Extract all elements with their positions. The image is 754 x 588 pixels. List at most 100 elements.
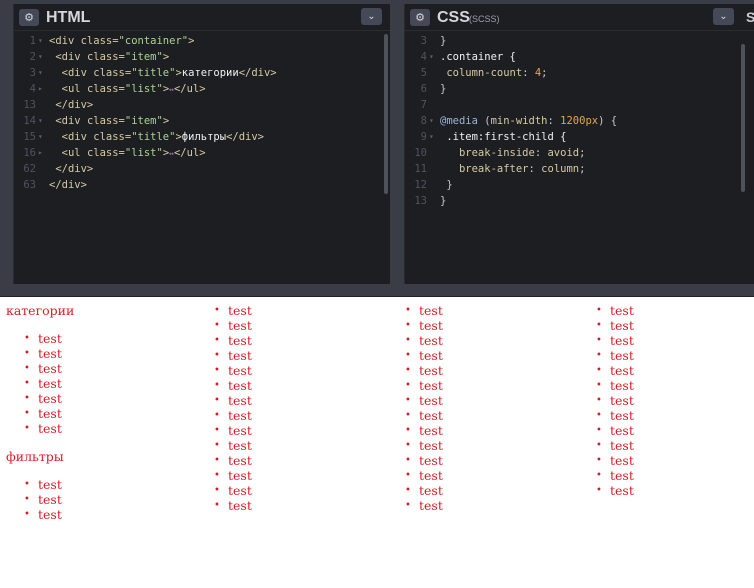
html-settings-gear-icon[interactable]: ⚙ (19, 9, 39, 26)
list-item: • test (24, 406, 62, 421)
html-editor-scrollbar[interactable] (384, 34, 388, 194)
bullet-icon: • (596, 485, 602, 496)
bullet-icon: • (596, 440, 602, 451)
css-code-editor[interactable]: 3} 4 ▾ .container {5 column-count: 4; 6} 7 8 ▾ @… (405, 33, 754, 284)
code-text: column-count: 4; (440, 67, 548, 79)
bullet-icon: • (405, 440, 411, 451)
line-number: 62 (23, 163, 36, 175)
fold-open-icon[interactable]: ▾ (38, 113, 46, 129)
bullet-icon: • (214, 365, 220, 376)
code-text: } (440, 35, 447, 47)
bullet-icon: • (214, 440, 220, 451)
bullet-icon: • (214, 350, 220, 361)
fold-open-icon[interactable]: ▾ (429, 129, 437, 145)
list-item: • test (405, 483, 443, 498)
bullet-icon: • (24, 479, 30, 490)
category-title: категории (6, 303, 75, 318)
fold-open-icon[interactable]: ▾ (38, 49, 46, 65)
list-item: • test (596, 363, 634, 378)
fold-closed-icon[interactable]: ▸ (38, 145, 46, 161)
editor-area: ⚙ HTML ⌄ 1 ▾ <div class="container"> 2 ▾ <di… (0, 0, 754, 296)
bullet-icon: • (214, 305, 220, 316)
list-item: • test (214, 363, 252, 378)
fold-open-icon[interactable]: ▾ (38, 129, 46, 145)
bullet-icon: • (596, 320, 602, 331)
list-item: • test (596, 318, 634, 333)
code-text: </div> (49, 163, 94, 175)
bullet-icon: • (596, 425, 602, 436)
html-pane-title: HTML (46, 9, 91, 26)
bullet-icon: • (405, 470, 411, 481)
list-item: • test (214, 303, 252, 318)
fold-open-icon[interactable]: ▾ (429, 49, 437, 65)
line-number: 16 (23, 147, 36, 159)
line-number: 10 (414, 147, 427, 159)
css-editor-scrollbar[interactable] (741, 44, 745, 192)
css-settings-gear-icon[interactable]: ⚙ (410, 9, 430, 26)
list-item: • test (405, 363, 443, 378)
line-number: 63 (23, 179, 36, 191)
bullet-icon: • (214, 485, 220, 496)
list-item: • test (405, 303, 443, 318)
code-text: } (440, 195, 447, 207)
line-number: 7 (420, 99, 427, 111)
list-item: • test (24, 346, 62, 361)
fold-open-icon[interactable]: ▾ (429, 113, 437, 129)
css-pane-header: ⚙ CSS (SCSS) ⌄ S (405, 4, 754, 31)
css-collapse-chevron-down-icon[interactable]: ⌄ (713, 8, 734, 25)
bullet-icon: • (214, 500, 220, 511)
list-item: • test (214, 438, 252, 453)
css-preprocessor-label: (SCSS) (469, 14, 500, 24)
bullet-icon: • (214, 380, 220, 391)
line-number: 12 (414, 179, 427, 191)
list-item: • test (24, 331, 62, 346)
bullet-icon: • (214, 320, 220, 331)
css-pane-title: CSS (437, 9, 470, 26)
bullet-icon: • (596, 350, 602, 361)
bullet-icon: • (405, 305, 411, 316)
code-text: <div class="container"> (49, 35, 195, 47)
bullet-icon: • (214, 455, 220, 466)
bullet-icon: • (596, 455, 602, 466)
code-text: @media (min-width: 1200px) { (440, 115, 618, 127)
bullet-icon: • (24, 393, 30, 404)
line-number: 2 (29, 51, 36, 63)
list-item: • test (596, 408, 634, 423)
bullet-icon: • (24, 348, 30, 359)
list-item: • test (596, 453, 634, 468)
bullet-icon: • (24, 494, 30, 505)
code-text: <ul class="list">↔</ul> (49, 83, 206, 95)
bullet-icon: • (214, 395, 220, 406)
line-number: 4 (420, 51, 427, 63)
list-item: • test (596, 333, 634, 348)
list-item: • test (214, 378, 252, 393)
list-item: • test (214, 393, 252, 408)
bullet-icon: • (24, 378, 30, 389)
result-preview: категории фильтры • test • test • test • test • t… (0, 296, 754, 588)
list-item: • test (405, 453, 443, 468)
filter-title: фильтры (6, 449, 64, 464)
line-number: 11 (414, 163, 427, 175)
bullet-icon: • (405, 320, 411, 331)
bullet-icon: • (405, 350, 411, 361)
line-number: 4 (29, 83, 36, 95)
bullet-icon: • (405, 395, 411, 406)
list-item: • test (405, 468, 443, 483)
code-text: .container { (440, 51, 516, 63)
list-item: • test (214, 318, 252, 333)
code-text: .item:first-child { (440, 131, 567, 143)
line-number: 9 (420, 131, 427, 143)
list-item: • test (214, 483, 252, 498)
fold-open-icon[interactable]: ▾ (38, 33, 46, 49)
fold-open-icon[interactable]: ▾ (38, 65, 46, 81)
fold-closed-icon[interactable]: ▸ (38, 81, 46, 97)
list-item: • test (596, 483, 634, 498)
html-collapse-chevron-down-icon[interactable]: ⌄ (361, 8, 382, 25)
code-text: </div> (49, 99, 94, 111)
list-item: • test (214, 423, 252, 438)
list-item: • test (405, 498, 443, 513)
code-text: <div class="item"> (49, 115, 170, 127)
html-code-editor[interactable]: 1 ▾ <div class="container"> 2 ▾ <div class="… (14, 33, 390, 284)
code-text: } (440, 179, 453, 191)
list-item: • test (24, 361, 62, 376)
